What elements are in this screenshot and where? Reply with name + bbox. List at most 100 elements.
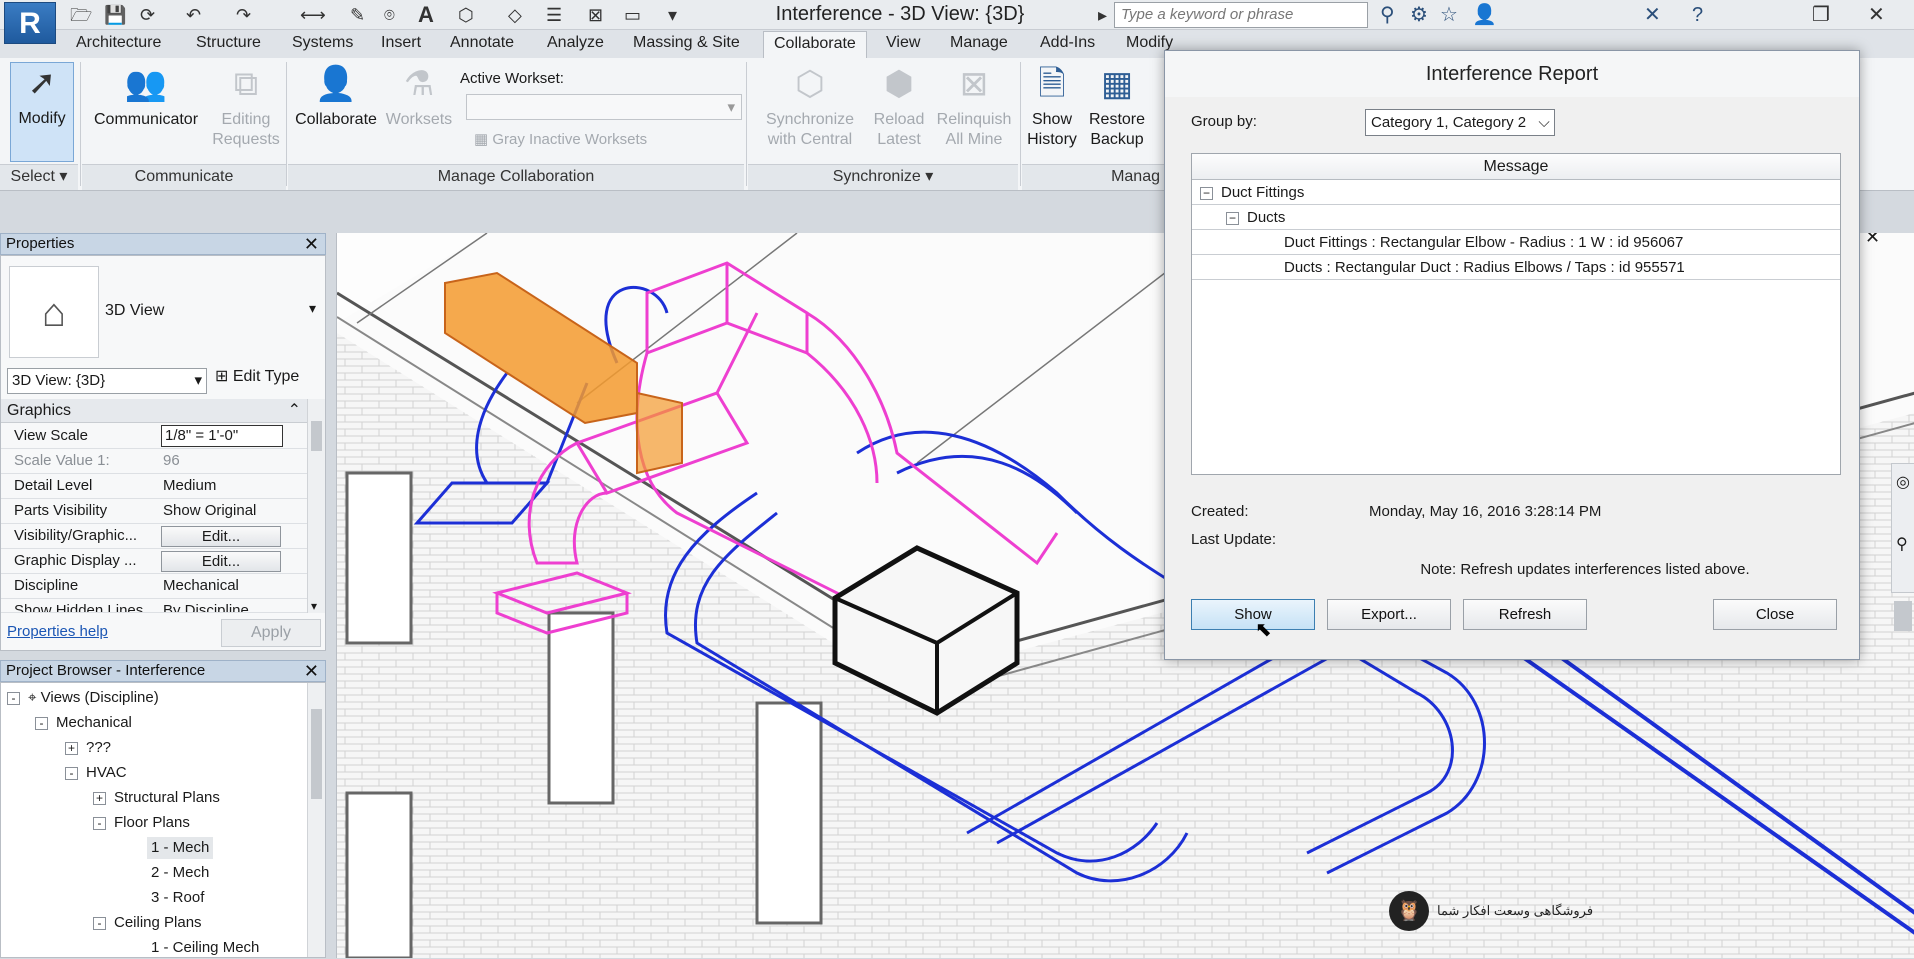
tab-systems[interactable]: Systems — [292, 34, 353, 52]
user-icon[interactable]: 👤 — [1472, 2, 1497, 28]
restore-window-icon[interactable]: ❐ — [1812, 2, 1830, 28]
tab-add-ins[interactable]: Add-Ins — [1040, 34, 1095, 52]
view-scale-input[interactable]: 1/8" = 1'-0" — [161, 425, 283, 447]
subscription-icon[interactable]: ⚙ — [1410, 2, 1428, 28]
close-window-icon[interactable]: ✕ — [1868, 2, 1885, 28]
exchange-icon[interactable]: ✕ — [1644, 2, 1661, 28]
viewport-scrollbar-thumb[interactable] — [1894, 601, 1912, 631]
tag-icon[interactable]: ⌾ — [384, 4, 395, 26]
tree-toggle[interactable]: - — [93, 816, 106, 830]
tree-item-3-roof[interactable]: 3 - Roof — [151, 887, 204, 909]
application-menu-button[interactable]: R — [4, 2, 56, 44]
tree-item-structural-plans[interactable]: + Structural Plans — [93, 787, 220, 809]
text-icon[interactable]: A — [418, 4, 434, 26]
section-icon[interactable]: ◇ — [508, 4, 522, 26]
relinquish-all-mine-button[interactable]: ⊠ Relinquish All Mine — [932, 64, 1016, 150]
prop-detail-level[interactable]: Detail Level Medium — [1, 474, 307, 499]
tree-item-mechanical[interactable]: - Mechanical — [35, 712, 132, 734]
tree-toggle[interactable]: + — [65, 741, 78, 755]
graphics-section[interactable]: Graphics ⌃ — [1, 399, 307, 423]
edit-type-button[interactable]: ⊞ Edit Type — [215, 366, 299, 386]
collapse-toggle[interactable]: − — [1226, 211, 1239, 225]
list-item-interference-element-1[interactable]: Duct Fittings : Rectangular Elbow - Radi… — [1192, 230, 1840, 255]
tree-item-hvac[interactable]: - HVAC — [65, 762, 127, 784]
tree-item-1-ceiling-mech[interactable]: 1 - Ceiling Mech — [151, 937, 259, 959]
scrollbar-thumb[interactable] — [311, 709, 322, 799]
tree-toggle[interactable]: - — [35, 716, 48, 730]
navigation-bar[interactable]: ◎ ⚲ — [1891, 463, 1914, 593]
type-selector-chevron-icon[interactable]: ▾ — [309, 300, 316, 317]
tab-structure[interactable]: Structure — [196, 34, 261, 52]
view-selector[interactable]: 3D View: {3D} ▾ — [7, 368, 207, 394]
redo-icon[interactable]: ↷ — [236, 4, 251, 26]
graphic-display-edit-button[interactable]: Edit... — [161, 551, 281, 572]
collapse-toggle[interactable]: − — [1200, 186, 1213, 200]
scroll-down-icon[interactable]: ▾ — [311, 599, 317, 613]
collaborate-button[interactable]: 👤 Collaborate — [290, 64, 382, 130]
communicator-button[interactable]: 👥 Communicator — [84, 64, 208, 130]
tree-item-1-mech[interactable]: 1 - Mech — [147, 837, 214, 859]
tree-toggle[interactable]: - — [7, 691, 20, 705]
interference-message-list[interactable]: Message − Duct Fittings − Ducts Duct Fitti… — [1191, 153, 1841, 475]
list-item-interference-element-2[interactable]: Ducts : Rectangular Duct : Radius Elbows… — [1192, 255, 1840, 280]
tree-toggle[interactable]: + — [93, 791, 106, 805]
tree-item-floor-plans[interactable]: - Floor Plans — [93, 812, 190, 834]
modify-button[interactable]: ➚ Modify — [10, 62, 74, 162]
tab-view[interactable]: View — [886, 34, 920, 52]
tree-item-ceiling-plans[interactable]: - Ceiling Plans — [93, 912, 202, 934]
open-icon[interactable]: 🗁 — [70, 4, 92, 26]
export-button[interactable]: Export... — [1327, 599, 1451, 630]
browser-scrollbar[interactable] — [307, 683, 325, 957]
tab-analyze[interactable]: Analyze — [547, 34, 604, 52]
reload-latest-button[interactable]: ⬢ Reload Latest — [866, 64, 932, 150]
switch-windows-icon[interactable]: ▭ — [624, 4, 641, 26]
apply-button[interactable]: Apply — [221, 619, 321, 647]
help-icon[interactable]: ? — [1692, 2, 1703, 28]
sync-icon[interactable]: ⟳ — [140, 4, 155, 26]
favorites-icon[interactable]: ☆ — [1440, 2, 1458, 28]
steering-wheel-icon[interactable]: ◎ — [1896, 472, 1910, 492]
properties-scrollbar[interactable]: ▾ — [307, 399, 325, 613]
close-icon[interactable]: ✕ — [304, 234, 319, 254]
close-view-icon[interactable]: ✕ — [1865, 233, 1880, 248]
list-item-duct-fittings-group[interactable]: − Duct Fittings — [1192, 180, 1840, 205]
show-history-button[interactable]: 🗎 Show History — [1024, 64, 1080, 150]
close-hidden-icon[interactable]: ⊠ — [588, 4, 603, 26]
tree-item-views[interactable]: - ⌖ Views (Discipline) — [7, 687, 159, 709]
binoculars-icon[interactable]: ⚲ — [1380, 2, 1395, 28]
prop-parts-visibility[interactable]: Parts Visibility Show Original — [1, 499, 307, 524]
tab-collaborate[interactable]: Collaborate — [763, 31, 867, 58]
tab-annotate[interactable]: Annotate — [450, 34, 514, 52]
dimension-icon[interactable]: ✎ — [350, 4, 365, 26]
list-item-ducts-group[interactable]: − Ducts — [1192, 205, 1840, 230]
zoom-icon[interactable]: ⚲ — [1896, 534, 1908, 554]
restore-backup-button[interactable]: ▦ Restore Backup — [1082, 64, 1152, 150]
prop-show-hidden-lines[interactable]: Show Hidden Lines By Discipline — [1, 599, 307, 613]
visibility-edit-button[interactable]: Edit... — [161, 526, 281, 547]
worksets-button[interactable]: ⚗ Worksets — [384, 64, 454, 130]
prop-discipline[interactable]: Discipline Mechanical — [1, 574, 307, 599]
thin-lines-icon[interactable]: ☰ — [546, 4, 562, 26]
show-button[interactable]: Show — [1191, 599, 1315, 630]
tab-insert[interactable]: Insert — [381, 34, 421, 52]
save-icon[interactable]: 💾 — [104, 4, 126, 26]
refresh-button[interactable]: Refresh — [1463, 599, 1587, 630]
3d-view-icon[interactable]: ⬡ — [458, 4, 474, 26]
measure-icon[interactable]: ⟷ — [300, 4, 326, 26]
undo-icon[interactable]: ↶ — [186, 4, 201, 26]
synchronize-with-central-button[interactable]: ⬡ Synchronize with Central — [756, 64, 864, 150]
gray-inactive-worksets-button[interactable]: ▦ Gray Inactive Worksets — [474, 130, 647, 148]
editing-requests-button[interactable]: ⧉ Editing Requests — [208, 64, 284, 150]
tab-manage[interactable]: Manage — [950, 34, 1008, 52]
active-workset-select[interactable]: ▾ — [466, 94, 742, 120]
tree-item-unknown[interactable]: +??? — [65, 737, 111, 759]
message-column-header[interactable]: Message — [1192, 154, 1840, 180]
properties-help-link[interactable]: Properties help — [7, 623, 108, 640]
tree-toggle[interactable]: - — [65, 766, 78, 780]
tree-toggle[interactable]: - — [93, 916, 106, 930]
tab-architecture[interactable]: Architecture — [76, 34, 161, 52]
tree-item-2-mech[interactable]: 2 - Mech — [151, 862, 209, 884]
scrollbar-thumb[interactable] — [311, 421, 322, 451]
customize-qat-icon[interactable]: ▾ — [668, 4, 677, 26]
select-dropdown[interactable]: Select ▾ — [0, 164, 78, 190]
